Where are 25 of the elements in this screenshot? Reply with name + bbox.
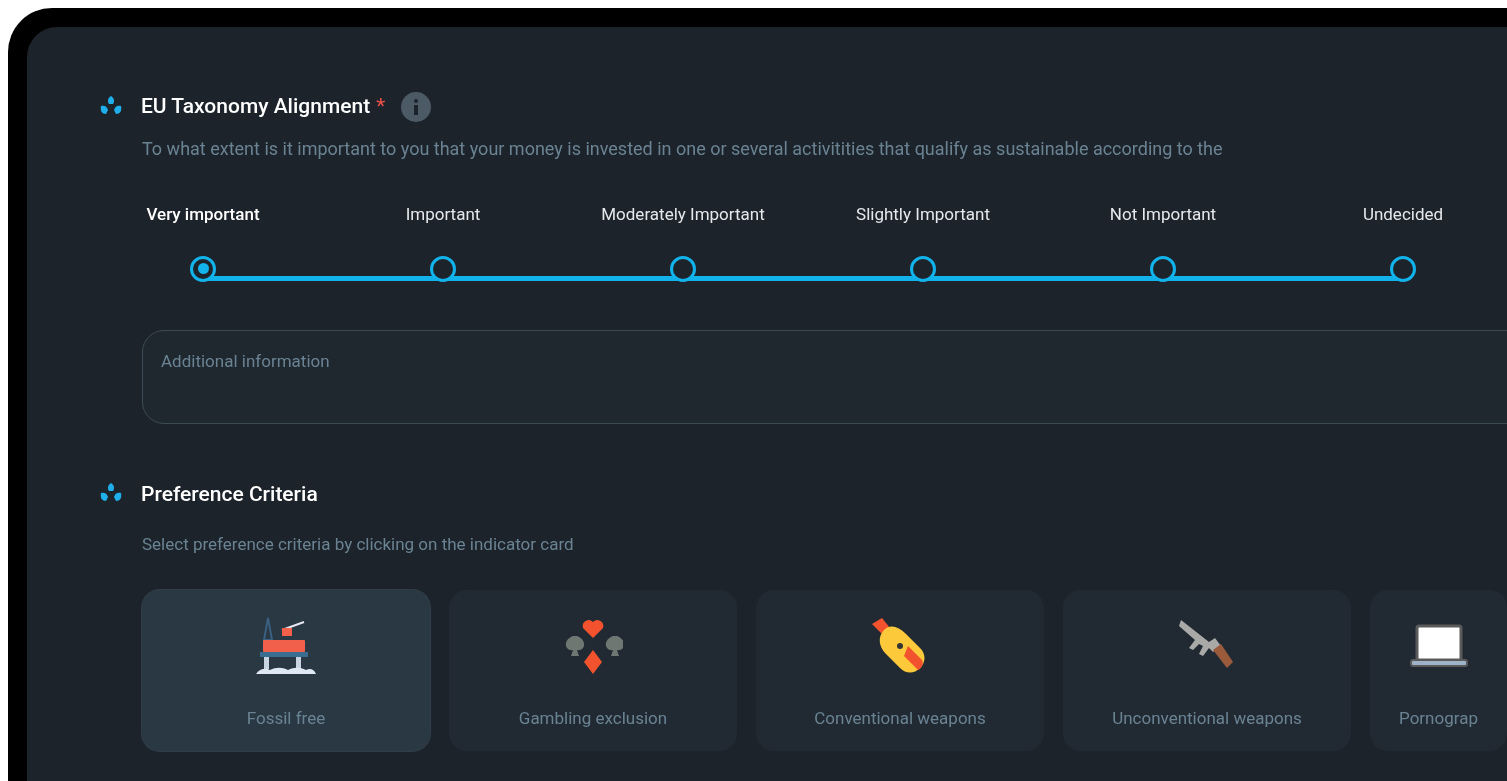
section-description: To what extent is it important to you that your money is invested in one or several activitities that qualify as sustainable according to the [142, 136, 1224, 161]
additional-info-field[interactable]: Additional information [142, 329, 1507, 424]
option-radio[interactable] [910, 255, 936, 282]
option-radio[interactable] [670, 255, 696, 282]
indicator-card[interactable]: Fossil free [142, 589, 430, 751]
indicator-card[interactable]: Unconventional weapons [1063, 589, 1351, 751]
oil-rig-icon [256, 615, 316, 676]
option-label: Undecided [1362, 202, 1444, 226]
option-label: Not Important [1109, 202, 1217, 226]
option-radio[interactable] [1150, 255, 1176, 282]
required-mark: * [376, 93, 386, 120]
indicator-card[interactable]: Conventional weapons [756, 589, 1044, 751]
option-label: Slightly Important [856, 202, 990, 226]
option-radio[interactable] [190, 255, 216, 282]
option-radio[interactable] [1390, 255, 1416, 282]
section-title: EU Taxonomy Alignment [141, 93, 371, 120]
indicator-card[interactable]: Gambling exclusion [449, 589, 737, 751]
additional-info-input[interactable]: Additional information [161, 348, 1507, 374]
option-radio[interactable] [430, 255, 456, 282]
option-label: Moderately Important [601, 202, 765, 226]
option-label: Important [405, 202, 481, 226]
indicator-card[interactable]: Pornograp [1370, 589, 1507, 751]
section-title: Preference Criteria [141, 480, 318, 508]
option-label: Very important [146, 202, 260, 226]
section-description: Select preference criteria by clicking on the indicator card [142, 533, 575, 556]
